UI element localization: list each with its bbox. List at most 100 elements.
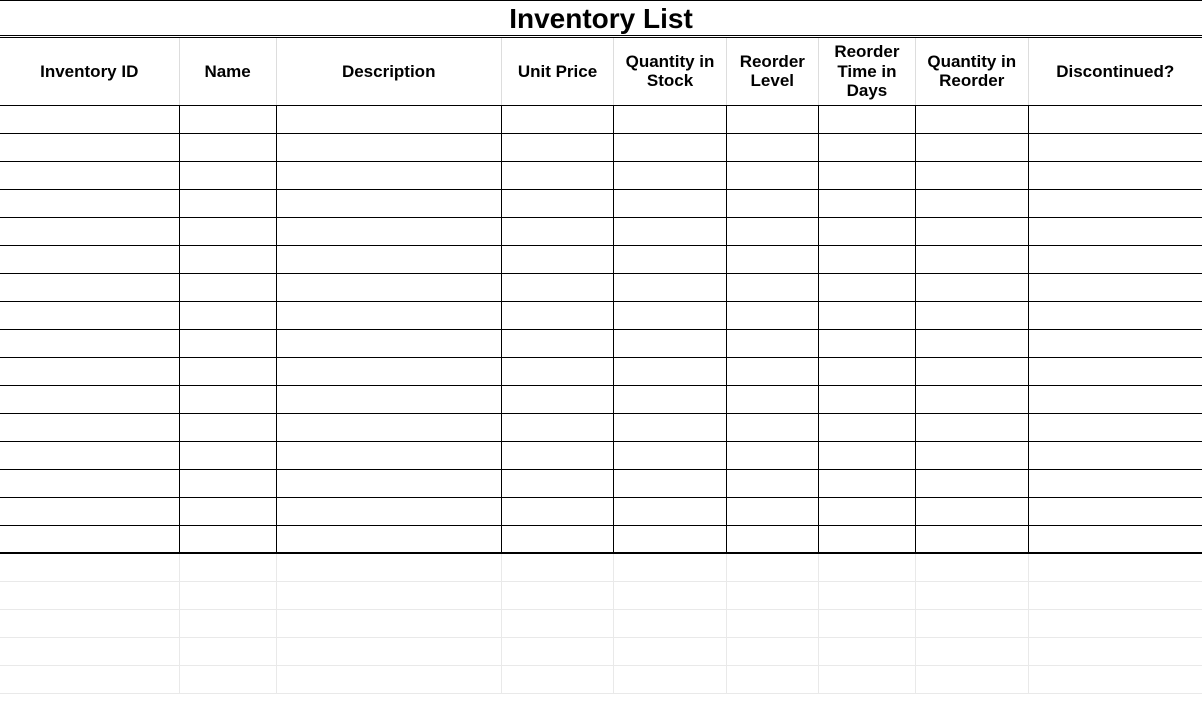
table-cell[interactable] [726,441,818,469]
table-cell[interactable] [726,665,818,693]
table-cell[interactable] [501,525,614,553]
table-cell[interactable] [614,245,727,273]
table-cell[interactable] [726,553,818,581]
table-cell[interactable] [726,301,818,329]
table-cell[interactable] [614,189,727,217]
table-cell[interactable] [501,245,614,273]
table-cell[interactable] [726,217,818,245]
table-cell[interactable] [916,245,1029,273]
table-cell[interactable] [276,469,501,497]
table-cell[interactable] [179,665,276,693]
table-cell[interactable] [726,189,818,217]
table-cell[interactable] [916,385,1029,413]
table-cell[interactable] [614,525,727,553]
table-cell[interactable] [276,273,501,301]
table-cell[interactable] [726,105,818,133]
table-cell[interactable] [916,329,1029,357]
table-cell[interactable] [276,217,501,245]
table-cell[interactable] [614,217,727,245]
table-cell[interactable] [0,553,179,581]
table-cell[interactable] [1028,497,1202,525]
table-cell[interactable] [0,413,179,441]
table-cell[interactable] [1028,413,1202,441]
table-cell[interactable] [1028,189,1202,217]
table-cell[interactable] [818,637,915,665]
table-cell[interactable] [614,133,727,161]
table-cell[interactable] [818,217,915,245]
table-cell[interactable] [916,189,1029,217]
table-cell[interactable] [818,581,915,609]
table-cell[interactable] [916,105,1029,133]
table-cell[interactable] [501,609,614,637]
table-cell[interactable] [276,525,501,553]
table-cell[interactable] [1028,105,1202,133]
table-cell[interactable] [726,161,818,189]
table-cell[interactable] [0,469,179,497]
table-cell[interactable] [916,553,1029,581]
table-cell[interactable] [818,301,915,329]
table-cell[interactable] [726,329,818,357]
table-cell[interactable] [0,609,179,637]
table-cell[interactable] [1028,441,1202,469]
table-cell[interactable] [1028,581,1202,609]
table-cell[interactable] [916,665,1029,693]
table-cell[interactable] [1028,161,1202,189]
table-cell[interactable] [726,525,818,553]
table-cell[interactable] [179,413,276,441]
table-cell[interactable] [179,609,276,637]
table-cell[interactable] [818,441,915,469]
table-cell[interactable] [179,301,276,329]
table-cell[interactable] [818,497,915,525]
table-cell[interactable] [276,553,501,581]
table-cell[interactable] [179,105,276,133]
table-cell[interactable] [179,469,276,497]
table-cell[interactable] [501,469,614,497]
table-cell[interactable] [818,553,915,581]
table-cell[interactable] [179,273,276,301]
table-cell[interactable] [276,161,501,189]
table-cell[interactable] [501,217,614,245]
table-cell[interactable] [1028,329,1202,357]
table-cell[interactable] [916,413,1029,441]
table-cell[interactable] [818,133,915,161]
table-cell[interactable] [916,217,1029,245]
table-cell[interactable] [276,637,501,665]
table-cell[interactable] [276,609,501,637]
table-cell[interactable] [276,133,501,161]
table-cell[interactable] [179,189,276,217]
table-cell[interactable] [726,413,818,441]
table-cell[interactable] [179,441,276,469]
table-cell[interactable] [1028,525,1202,553]
table-cell[interactable] [916,497,1029,525]
table-cell[interactable] [276,301,501,329]
table-cell[interactable] [1028,133,1202,161]
table-cell[interactable] [614,553,727,581]
table-cell[interactable] [501,189,614,217]
table-cell[interactable] [818,189,915,217]
table-cell[interactable] [818,413,915,441]
table-cell[interactable] [276,329,501,357]
table-cell[interactable] [614,469,727,497]
table-cell[interactable] [179,497,276,525]
table-cell[interactable] [276,189,501,217]
table-cell[interactable] [614,329,727,357]
table-cell[interactable] [276,357,501,385]
table-cell[interactable] [0,665,179,693]
table-cell[interactable] [179,245,276,273]
table-cell[interactable] [726,273,818,301]
table-cell[interactable] [0,441,179,469]
table-cell[interactable] [0,161,179,189]
table-cell[interactable] [614,413,727,441]
table-cell[interactable] [0,497,179,525]
table-cell[interactable] [818,665,915,693]
table-cell[interactable] [818,469,915,497]
table-cell[interactable] [0,105,179,133]
table-cell[interactable] [501,581,614,609]
table-cell[interactable] [818,161,915,189]
table-cell[interactable] [276,413,501,441]
table-cell[interactable] [1028,385,1202,413]
table-cell[interactable] [501,637,614,665]
table-cell[interactable] [614,385,727,413]
table-cell[interactable] [0,245,179,273]
table-cell[interactable] [916,469,1029,497]
